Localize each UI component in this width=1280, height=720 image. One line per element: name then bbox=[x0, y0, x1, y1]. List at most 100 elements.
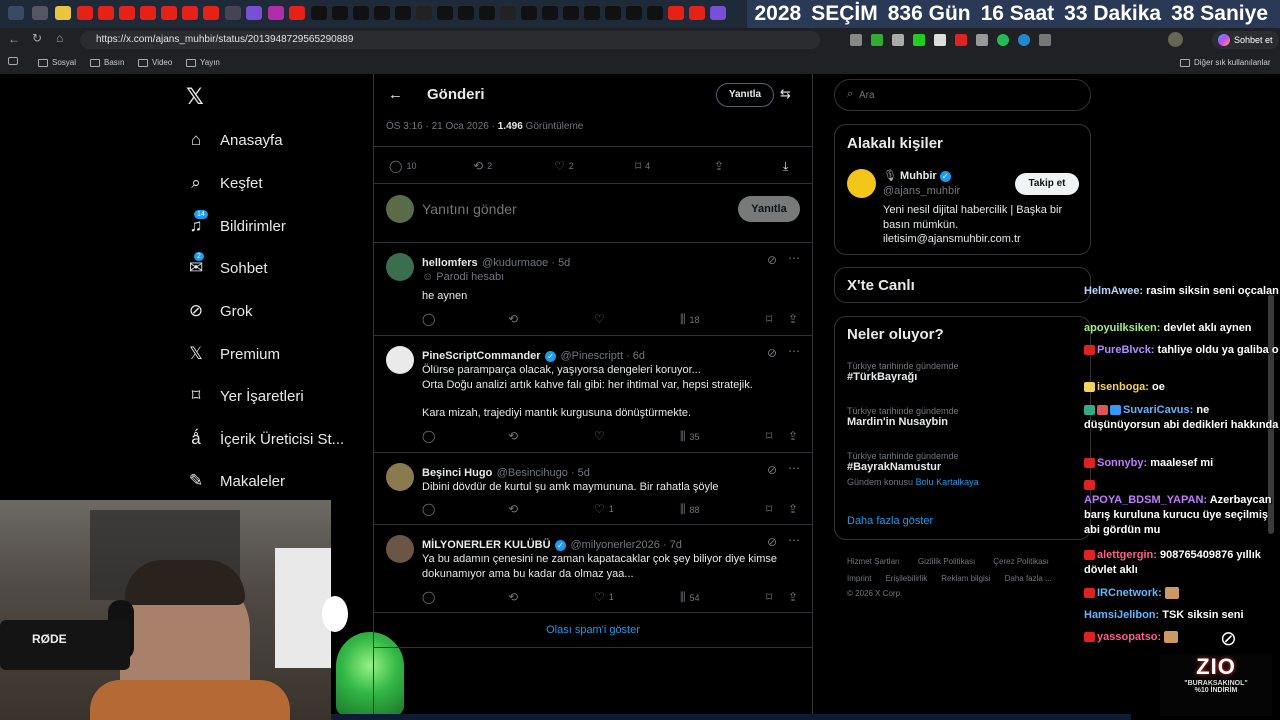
reply-post[interactable]: PineScriptCommander ✓ @Pinescriptt · 6d … bbox=[374, 336, 812, 453]
heart-icon[interactable]: ♡ bbox=[594, 312, 605, 326]
grok-icon[interactable]: ⊘ bbox=[767, 535, 777, 549]
download-icon[interactable]: ⤓ bbox=[783, 159, 788, 174]
nav-item-premium[interactable]: 𝕏 Premium bbox=[186, 344, 280, 364]
follow-button[interactable]: Takip et bbox=[1015, 173, 1079, 195]
tab-icon[interactable] bbox=[32, 6, 48, 20]
back-icon[interactable]: ← bbox=[8, 32, 20, 46]
muhbir-avatar[interactable] bbox=[847, 169, 876, 198]
reply-icon[interactable]: ◯ bbox=[422, 429, 435, 443]
footer-link[interactable]: Daha fazla ... bbox=[1005, 574, 1052, 583]
nav-item-explore[interactable]: ⌕ Keşfet bbox=[186, 173, 262, 193]
back-arrow-icon[interactable]: ← bbox=[388, 86, 403, 103]
extension-icon[interactable] bbox=[850, 34, 862, 46]
x-tab-icon[interactable] bbox=[542, 6, 558, 20]
x-tab-icon[interactable] bbox=[563, 6, 579, 20]
reply-icon[interactable]: ◯ bbox=[422, 312, 435, 326]
views-action[interactable]: ⫼ 54 bbox=[680, 590, 700, 605]
share-icon[interactable]: ⇪ bbox=[788, 502, 798, 516]
x-tab-icon[interactable] bbox=[584, 6, 600, 20]
footer-link[interactable]: Çerez Politikası bbox=[993, 557, 1049, 566]
sliders-icon[interactable]: ⇆ bbox=[780, 86, 791, 102]
views-action[interactable]: ⫼ 35 bbox=[680, 429, 700, 444]
nav-item-articles[interactable]: ✎ Makaleler bbox=[186, 471, 285, 491]
grok-icon[interactable]: ⊘ bbox=[767, 253, 777, 267]
reply-post[interactable]: hellomfers @kudurmaoe · 5d ☺ Parodi hesa… bbox=[374, 243, 812, 336]
nav-item-messages[interactable]: ✉ 2 Sohbet bbox=[186, 252, 268, 278]
bookmark-icon[interactable]: ⌑ bbox=[766, 312, 772, 326]
extension-icon[interactable] bbox=[976, 34, 988, 46]
extension-icon[interactable] bbox=[997, 34, 1009, 46]
bookmark-folder[interactable]: Sosyal bbox=[38, 58, 76, 67]
share-icon[interactable]: ⇪ bbox=[788, 312, 798, 326]
reply-post[interactable]: Beşinci Hugo @Besincihugo · 5d Dibini dö… bbox=[374, 453, 812, 525]
extension-icon[interactable] bbox=[934, 34, 946, 46]
extension-icon[interactable] bbox=[955, 34, 967, 46]
more-icon[interactable]: ⋯ bbox=[788, 533, 800, 547]
like-action[interactable]: ♡ 1 bbox=[594, 590, 614, 604]
youtube-tab-icon[interactable] bbox=[98, 6, 114, 20]
x-logo-icon[interactable]: 𝕏 bbox=[186, 84, 204, 110]
x-tab-icon[interactable] bbox=[458, 6, 474, 20]
youtube-tab-icon[interactable] bbox=[182, 6, 198, 20]
like-action[interactable]: ♡ 2 bbox=[554, 159, 574, 173]
bookmark-folder[interactable]: Video bbox=[138, 58, 172, 67]
like-action[interactable]: ♡ 1 bbox=[594, 502, 614, 516]
author-name[interactable]: MİLYONERLER KULÜBÜ bbox=[422, 539, 551, 551]
extension-icon[interactable] bbox=[1039, 34, 1051, 46]
compose-reply-button[interactable]: Yanıtla bbox=[738, 196, 800, 222]
extension-icon[interactable] bbox=[871, 34, 883, 46]
youtube-tab-icon[interactable] bbox=[161, 6, 177, 20]
reply-icon[interactable]: ◯ bbox=[422, 590, 435, 604]
home-browser-icon[interactable]: ⌂ bbox=[56, 31, 63, 45]
bookmark-action[interactable]: ⌑ 4 bbox=[635, 159, 650, 173]
more-icon[interactable]: ⋯ bbox=[788, 344, 800, 358]
x-tab-icon[interactable] bbox=[647, 6, 663, 20]
x-tab-icon[interactable] bbox=[626, 6, 642, 20]
x-tab-icon[interactable] bbox=[332, 6, 348, 20]
views-action[interactable]: ⫼ 18 bbox=[680, 312, 700, 327]
show-more-link[interactable]: Daha fazla göster bbox=[847, 515, 933, 527]
heart-icon[interactable]: ♡ bbox=[594, 429, 605, 443]
youtube-tab-icon[interactable] bbox=[203, 6, 219, 20]
youtube-tab-icon[interactable] bbox=[668, 6, 684, 20]
show-spam-link[interactable]: Olası spam'i göster bbox=[374, 624, 812, 636]
tab-icon[interactable] bbox=[268, 6, 284, 20]
tiktok-tab-icon[interactable] bbox=[500, 6, 516, 20]
bookmark-folder[interactable]: Yayın bbox=[186, 58, 220, 67]
x-tab-icon[interactable] bbox=[437, 6, 453, 20]
grok-icon[interactable]: ⊘ bbox=[767, 346, 777, 360]
extension-icon[interactable] bbox=[913, 34, 925, 46]
x-tab-icon[interactable] bbox=[521, 6, 537, 20]
bookmark-icon[interactable]: ⌑ bbox=[766, 590, 772, 604]
other-bookmarks[interactable]: Diğer sık kullanılanlar bbox=[1180, 58, 1270, 67]
share-icon[interactable]: ⇪ bbox=[788, 590, 798, 604]
share-icon[interactable]: ⇪ bbox=[788, 429, 798, 443]
bookmark-folder[interactable]: Basın bbox=[90, 58, 124, 67]
author-name[interactable]: hellomfers bbox=[422, 257, 478, 269]
tab-icon[interactable] bbox=[710, 6, 726, 20]
search-input[interactable] bbox=[859, 87, 1059, 103]
repost-action[interactable]: ⟲ 2 bbox=[473, 159, 492, 173]
tab-icon[interactable] bbox=[225, 6, 241, 20]
footer-link[interactable]: Hizmet Şartları bbox=[847, 557, 900, 566]
grok-floating-icon[interactable]: ⊘ bbox=[1220, 626, 1237, 651]
reload-icon[interactable]: ↻ bbox=[32, 31, 42, 45]
youtube-tab-icon[interactable] bbox=[77, 6, 93, 20]
url-field[interactable]: https://x.com/ajans_muhbir/status/201394… bbox=[80, 31, 820, 49]
youtube-tab-icon[interactable] bbox=[289, 6, 305, 20]
reply-input[interactable] bbox=[422, 198, 692, 220]
more-icon[interactable]: ⋯ bbox=[788, 251, 800, 265]
grok-icon[interactable]: ⊘ bbox=[767, 463, 777, 477]
x-tab-icon[interactable] bbox=[395, 6, 411, 20]
x-tab-icon[interactable] bbox=[479, 6, 495, 20]
share-icon[interactable]: ⇪ bbox=[714, 159, 724, 173]
tab-icon[interactable] bbox=[8, 6, 24, 20]
nav-item-notifications[interactable]: ♫ 14 Bildirimler bbox=[186, 210, 286, 236]
youtube-tab-icon[interactable] bbox=[140, 6, 156, 20]
trend-item[interactable]: Türkiye tarihinde gündemde #BayrakNamust… bbox=[847, 451, 979, 487]
nav-item-bookmarks[interactable]: ⌑ Yer İşaretleri bbox=[186, 386, 304, 406]
extension-icon[interactable] bbox=[892, 34, 904, 46]
tiktok-tab-icon[interactable] bbox=[416, 6, 432, 20]
reply-action[interactable]: ◯ 10 bbox=[389, 159, 416, 173]
repost-icon[interactable]: ⟲ bbox=[508, 590, 518, 604]
